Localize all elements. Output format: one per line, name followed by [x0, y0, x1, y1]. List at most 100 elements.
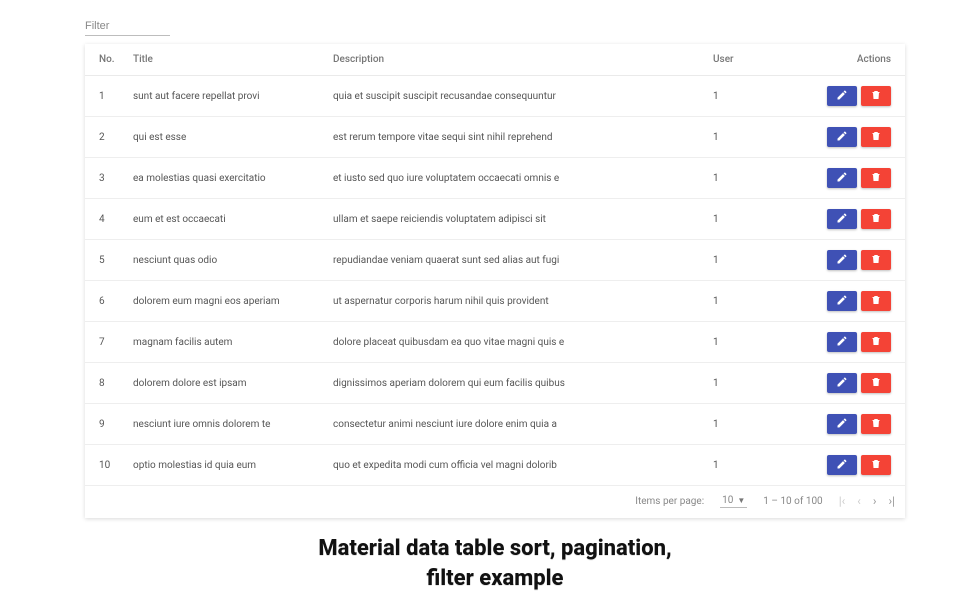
cell-actions: [815, 404, 905, 445]
delete-button[interactable]: [861, 414, 891, 434]
cell-title: ea molestias quasi exercitatio: [125, 158, 325, 199]
page-size-select[interactable]: 10 ▼: [720, 494, 747, 508]
table-row: 10optio molestias id quia eumquo et expe…: [85, 445, 905, 486]
edit-button[interactable]: [827, 127, 857, 147]
cell-no: 10: [85, 445, 125, 486]
filter-input[interactable]: [85, 18, 170, 36]
cell-user: 1: [705, 117, 815, 158]
prev-page-button[interactable]: ‹: [857, 495, 861, 507]
delete-button[interactable]: [861, 332, 891, 352]
cell-user: 1: [705, 158, 815, 199]
cell-actions: [815, 322, 905, 363]
cell-no: 9: [85, 404, 125, 445]
delete-button[interactable]: [861, 168, 891, 188]
col-description[interactable]: Description: [325, 44, 705, 76]
first-page-button[interactable]: |‹: [839, 495, 846, 507]
cell-description: quia et suscipit suscipit recusandae con…: [325, 76, 705, 117]
cell-actions: [815, 117, 905, 158]
cell-user: 1: [705, 404, 815, 445]
pencil-icon: [836, 294, 848, 309]
cell-description: dolore placeat quibusdam ea quo vitae ma…: [325, 322, 705, 363]
cell-no: 2: [85, 117, 125, 158]
cell-user: 1: [705, 445, 815, 486]
edit-button[interactable]: [827, 373, 857, 393]
trash-icon: [870, 458, 882, 473]
cell-user: 1: [705, 281, 815, 322]
cell-title: dolorem dolore est ipsam: [125, 363, 325, 404]
pencil-icon: [836, 335, 848, 350]
cell-no: 1: [85, 76, 125, 117]
edit-button[interactable]: [827, 414, 857, 434]
cell-description: est rerum tempore vitae sequi sint nihil…: [325, 117, 705, 158]
delete-button[interactable]: [861, 250, 891, 270]
edit-button[interactable]: [827, 291, 857, 311]
cell-title: qui est esse: [125, 117, 325, 158]
pencil-icon: [836, 212, 848, 227]
cell-title: nesciunt iure omnis dolorem te: [125, 404, 325, 445]
table-row: 3ea molestias quasi exercitatioet iusto …: [85, 158, 905, 199]
trash-icon: [870, 335, 882, 350]
table-row: 2qui est esseest rerum tempore vitae seq…: [85, 117, 905, 158]
cell-description: dignissimos aperiam dolorem qui eum faci…: [325, 363, 705, 404]
delete-button[interactable]: [861, 209, 891, 229]
data-table-card: No. Title Description User Actions 1sunt…: [85, 44, 905, 518]
delete-button[interactable]: [861, 127, 891, 147]
cell-title: magnam facilis autem: [125, 322, 325, 363]
table-row: 5nesciunt quas odiorepudiandae veniam qu…: [85, 240, 905, 281]
pencil-icon: [836, 130, 848, 145]
cell-no: 5: [85, 240, 125, 281]
delete-button[interactable]: [861, 86, 891, 106]
edit-button[interactable]: [827, 168, 857, 188]
table-row: 1sunt aut facere repellat proviquia et s…: [85, 76, 905, 117]
cell-actions: [815, 240, 905, 281]
items-per-page-label: Items per page:: [635, 496, 704, 507]
cell-title: eum et est occaecati: [125, 199, 325, 240]
col-user[interactable]: User: [705, 44, 815, 76]
edit-button[interactable]: [827, 86, 857, 106]
edit-button[interactable]: [827, 250, 857, 270]
cell-no: 8: [85, 363, 125, 404]
cell-title: sunt aut facere repellat provi: [125, 76, 325, 117]
table-row: 4eum et est occaecatiullam et saepe reic…: [85, 199, 905, 240]
table-row: 6dolorem eum magni eos aperiamut asperna…: [85, 281, 905, 322]
cell-description: repudiandae veniam quaerat sunt sed alia…: [325, 240, 705, 281]
range-label: 1 – 10 of 100: [763, 496, 822, 507]
cell-actions: [815, 158, 905, 199]
pencil-icon: [836, 89, 848, 104]
delete-button[interactable]: [861, 373, 891, 393]
trash-icon: [870, 89, 882, 104]
caption: Material data table sort, pagination, fi…: [85, 534, 905, 593]
last-page-button[interactable]: ›|: [888, 495, 895, 507]
delete-button[interactable]: [861, 291, 891, 311]
trash-icon: [870, 171, 882, 186]
table-row: 8dolorem dolore est ipsamdignissimos ape…: [85, 363, 905, 404]
next-page-button[interactable]: ›: [873, 495, 877, 507]
edit-button[interactable]: [827, 332, 857, 352]
trash-icon: [870, 376, 882, 391]
cell-no: 6: [85, 281, 125, 322]
cell-no: 7: [85, 322, 125, 363]
delete-button[interactable]: [861, 455, 891, 475]
caption-line2: filter example: [85, 564, 905, 593]
table-row: 7magnam facilis autemdolore placeat quib…: [85, 322, 905, 363]
cell-user: 1: [705, 240, 815, 281]
paginator: Items per page: 10 ▼ 1 – 10 of 100 |‹ ‹ …: [85, 486, 905, 518]
edit-button[interactable]: [827, 455, 857, 475]
caret-down-icon: ▼: [737, 496, 745, 505]
col-title[interactable]: Title: [125, 44, 325, 76]
pencil-icon: [836, 253, 848, 268]
cell-actions: [815, 199, 905, 240]
trash-icon: [870, 417, 882, 432]
edit-button[interactable]: [827, 209, 857, 229]
cell-no: 3: [85, 158, 125, 199]
caption-line1: Material data table sort, pagination,: [85, 534, 905, 564]
trash-icon: [870, 253, 882, 268]
cell-title: dolorem eum magni eos aperiam: [125, 281, 325, 322]
cell-title: optio molestias id quia eum: [125, 445, 325, 486]
cell-description: quo et expedita modi cum officia vel mag…: [325, 445, 705, 486]
cell-user: 1: [705, 199, 815, 240]
col-no[interactable]: No.: [85, 44, 125, 76]
col-actions: Actions: [815, 44, 905, 76]
cell-description: consectetur animi nesciunt iure dolore e…: [325, 404, 705, 445]
cell-user: 1: [705, 363, 815, 404]
